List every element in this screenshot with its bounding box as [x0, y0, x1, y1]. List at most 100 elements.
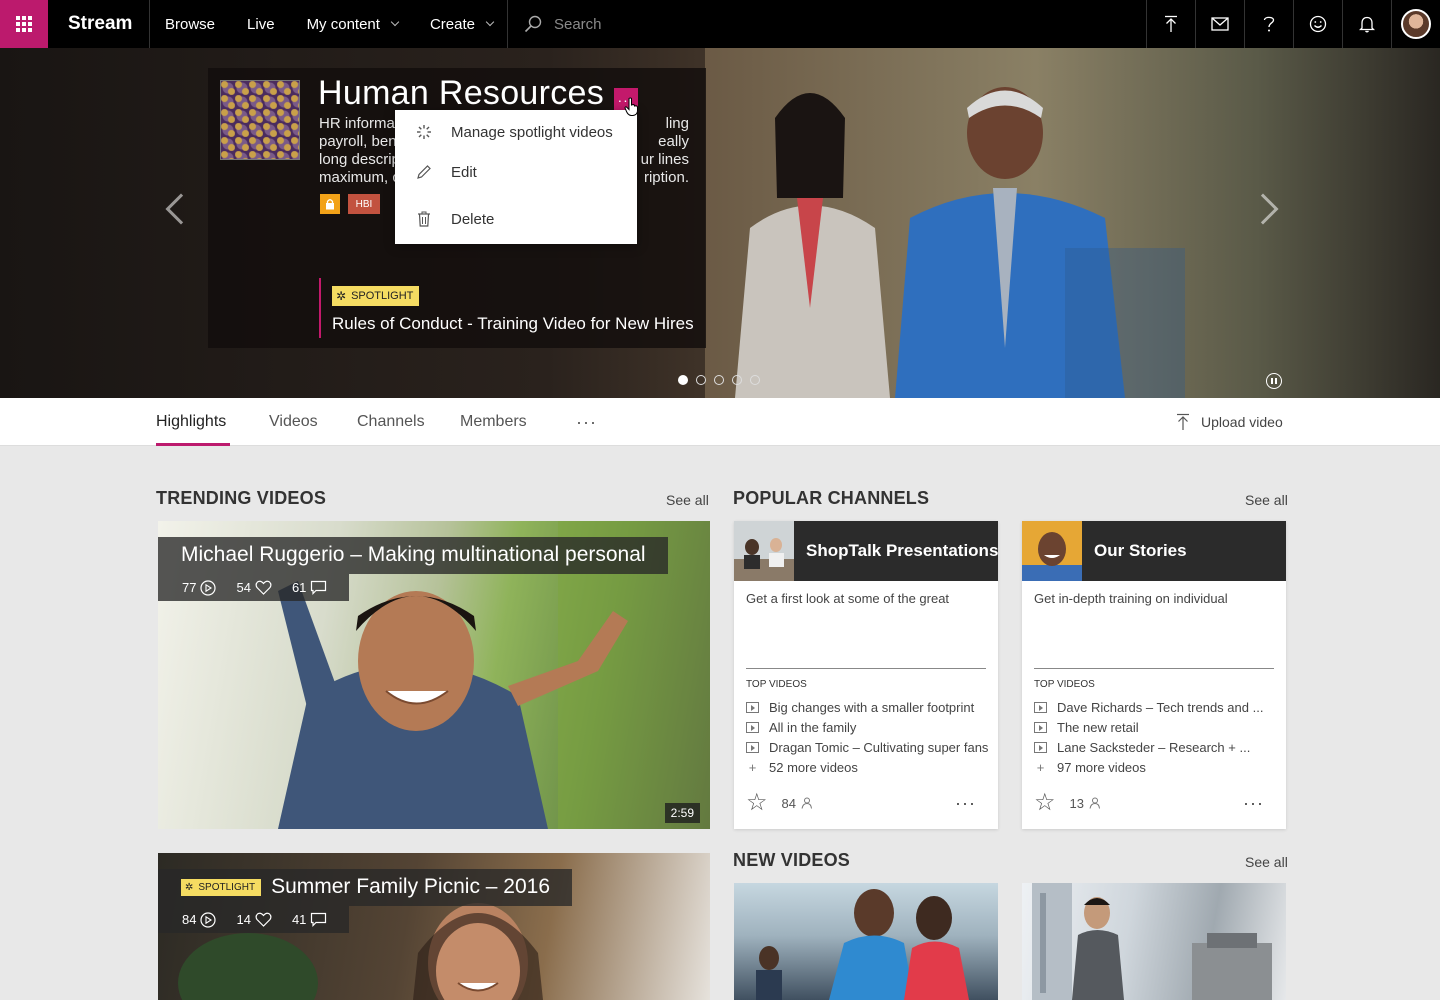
- spotlight-icon: ✲: [185, 881, 194, 893]
- carousel-dot[interactable]: [678, 375, 688, 385]
- menu-item-edit[interactable]: Edit: [395, 152, 637, 192]
- video-icon: [746, 701, 759, 713]
- likes-stat: 54: [236, 580, 272, 595]
- channel-more-button[interactable]: ···: [1243, 794, 1274, 812]
- carousel-dot[interactable]: [714, 375, 724, 385]
- tab-label: Highlights: [156, 413, 227, 430]
- new-video-card[interactable]: [734, 883, 998, 1000]
- carousel-dot[interactable]: [696, 375, 706, 385]
- channel-card-header: Our Stories: [1022, 521, 1286, 581]
- tabs-more-button[interactable]: ···: [576, 398, 597, 446]
- play-circle-icon: [200, 911, 217, 928]
- nav-live[interactable]: Live: [247, 16, 275, 33]
- spotlight-video-title: Rules of Conduct - Training Video for Ne…: [332, 314, 694, 333]
- star-icon[interactable]: ☆: [1034, 791, 1056, 815]
- channel-hero: Human Resources HR informa ling payroll, …: [0, 48, 1440, 398]
- list-item[interactable]: All in the family: [746, 717, 986, 737]
- channel-image: [220, 80, 300, 160]
- tab-videos[interactable]: Videos: [269, 398, 318, 446]
- nav-browse[interactable]: Browse: [165, 16, 215, 33]
- popular-channels-title: POPULAR CHANNELS: [733, 488, 930, 508]
- carousel-dots: [678, 375, 768, 385]
- carousel-dot[interactable]: [732, 375, 742, 385]
- carousel-prev-button[interactable]: [165, 193, 197, 225]
- smiley-icon: [1309, 15, 1327, 33]
- nav-my-content[interactable]: My content: [307, 16, 400, 33]
- chevron-down-icon: [390, 17, 400, 27]
- channel-tabs: Highlights Videos Channels Members ··· U…: [0, 398, 1440, 446]
- brand-logo[interactable]: Stream: [48, 0, 150, 48]
- nav-label: Live: [247, 15, 275, 33]
- video-icon: [1034, 701, 1047, 713]
- tab-highlights[interactable]: Highlights: [156, 398, 230, 446]
- hero-photo: [705, 48, 1440, 398]
- trending-video-card[interactable]: Michael Ruggerio – Making multinational …: [158, 521, 710, 829]
- channel-more-button[interactable]: ···: [955, 794, 986, 812]
- video-title: Michael Ruggerio – Making multinational …: [158, 537, 668, 574]
- search-icon: [524, 15, 542, 33]
- top-videos-list: Dave Richards – Tech trends and ... The …: [1034, 697, 1274, 777]
- list-item[interactable]: The new retail: [1034, 717, 1274, 737]
- menu-item-manage-spotlight[interactable]: Manage spotlight videos: [395, 112, 637, 152]
- upload-button[interactable]: [1146, 0, 1195, 48]
- heart-icon: [255, 580, 272, 595]
- video-icon: [746, 721, 759, 733]
- list-item[interactable]: Lane Sacksteder – Research + ...: [1034, 737, 1274, 757]
- comments-stat: 41: [292, 912, 327, 927]
- help-button[interactable]: [1244, 0, 1293, 48]
- search-input[interactable]: [553, 15, 954, 33]
- more-videos-link[interactable]: +97 more videos: [1034, 757, 1274, 777]
- plus-icon: +: [1036, 759, 1045, 775]
- search-box: [508, 0, 1146, 48]
- list-item[interactable]: Big changes with a smaller footprint: [746, 697, 986, 717]
- trending-videos-title: TRENDING VIDEOS: [156, 488, 327, 508]
- menu-item-label: Delete: [451, 210, 495, 228]
- waffle-icon: [16, 16, 32, 32]
- video-icon: [746, 741, 759, 753]
- channel-context-menu: Manage spotlight videos Edit Delete: [395, 110, 637, 244]
- follower-count: 84: [781, 795, 796, 811]
- channel-card-footer: ☆ 84 ···: [746, 789, 986, 817]
- channel-description: Get in-depth training on individual: [1034, 591, 1228, 606]
- video-duration: 2:59: [664, 803, 700, 823]
- upload-icon: [1177, 413, 1189, 430]
- tab-label: Members: [460, 413, 527, 430]
- channel-title: Human Resources: [318, 74, 605, 112]
- channels-see-all-link[interactable]: See all: [1245, 492, 1288, 508]
- notifications-button[interactable]: [1342, 0, 1391, 48]
- carousel-dot[interactable]: [750, 375, 760, 385]
- trending-see-all-link[interactable]: See all: [666, 492, 709, 508]
- spotlight-video-link[interactable]: ✲ SPOTLIGHT Rules of Conduct - Training V…: [319, 278, 694, 338]
- upload-video-button[interactable]: Upload video: [1176, 398, 1283, 446]
- spotlight-icon: ✲: [336, 289, 347, 303]
- trending-video-card[interactable]: ✲ SPOTLIGHT Summer Family Picnic – 2016 84…: [158, 853, 710, 1000]
- spotlight-badge: ✲ SPOTLIGHT: [332, 286, 420, 306]
- nav-create[interactable]: Create: [429, 15, 495, 33]
- list-item[interactable]: Dragan Tomic – Cultivating super fans: [746, 737, 988, 757]
- menu-item-delete[interactable]: Delete: [395, 199, 637, 239]
- nav-label: Create: [429, 15, 475, 33]
- channel-thumbnail: [734, 521, 794, 581]
- profile-button[interactable]: [1391, 0, 1440, 48]
- heart-icon: [255, 912, 272, 927]
- new-videos-see-all-link[interactable]: See all: [1245, 854, 1288, 870]
- app-launcher-button[interactable]: [0, 0, 48, 48]
- channel-name: Our Stories: [1094, 541, 1187, 560]
- star-icon[interactable]: ☆: [746, 791, 768, 815]
- tab-channels[interactable]: Channels: [357, 398, 425, 446]
- new-video-card[interactable]: [1022, 883, 1286, 1000]
- tab-members[interactable]: Members: [460, 398, 527, 446]
- channel-description: Get a first look at some of the great: [746, 591, 950, 606]
- upload-icon: [1165, 15, 1177, 32]
- more-videos-link[interactable]: +52 more videos: [746, 757, 986, 777]
- pause-icon[interactable]: [1266, 373, 1282, 389]
- channel-card[interactable]: Our Stories Get in-depth training on ind…: [1022, 521, 1286, 829]
- classification-badge: HBI: [348, 194, 380, 214]
- upload-video-label: Upload video: [1201, 414, 1283, 430]
- invite-button[interactable]: [1195, 0, 1244, 48]
- feedback-button[interactable]: [1293, 0, 1342, 48]
- video-stats: 77 54 61: [158, 574, 350, 601]
- channel-card[interactable]: ShopTalk Presentations Get a first look …: [734, 521, 998, 829]
- list-item[interactable]: Dave Richards – Tech trends and ...: [1034, 697, 1274, 717]
- channel-thumbnail: [1022, 521, 1082, 581]
